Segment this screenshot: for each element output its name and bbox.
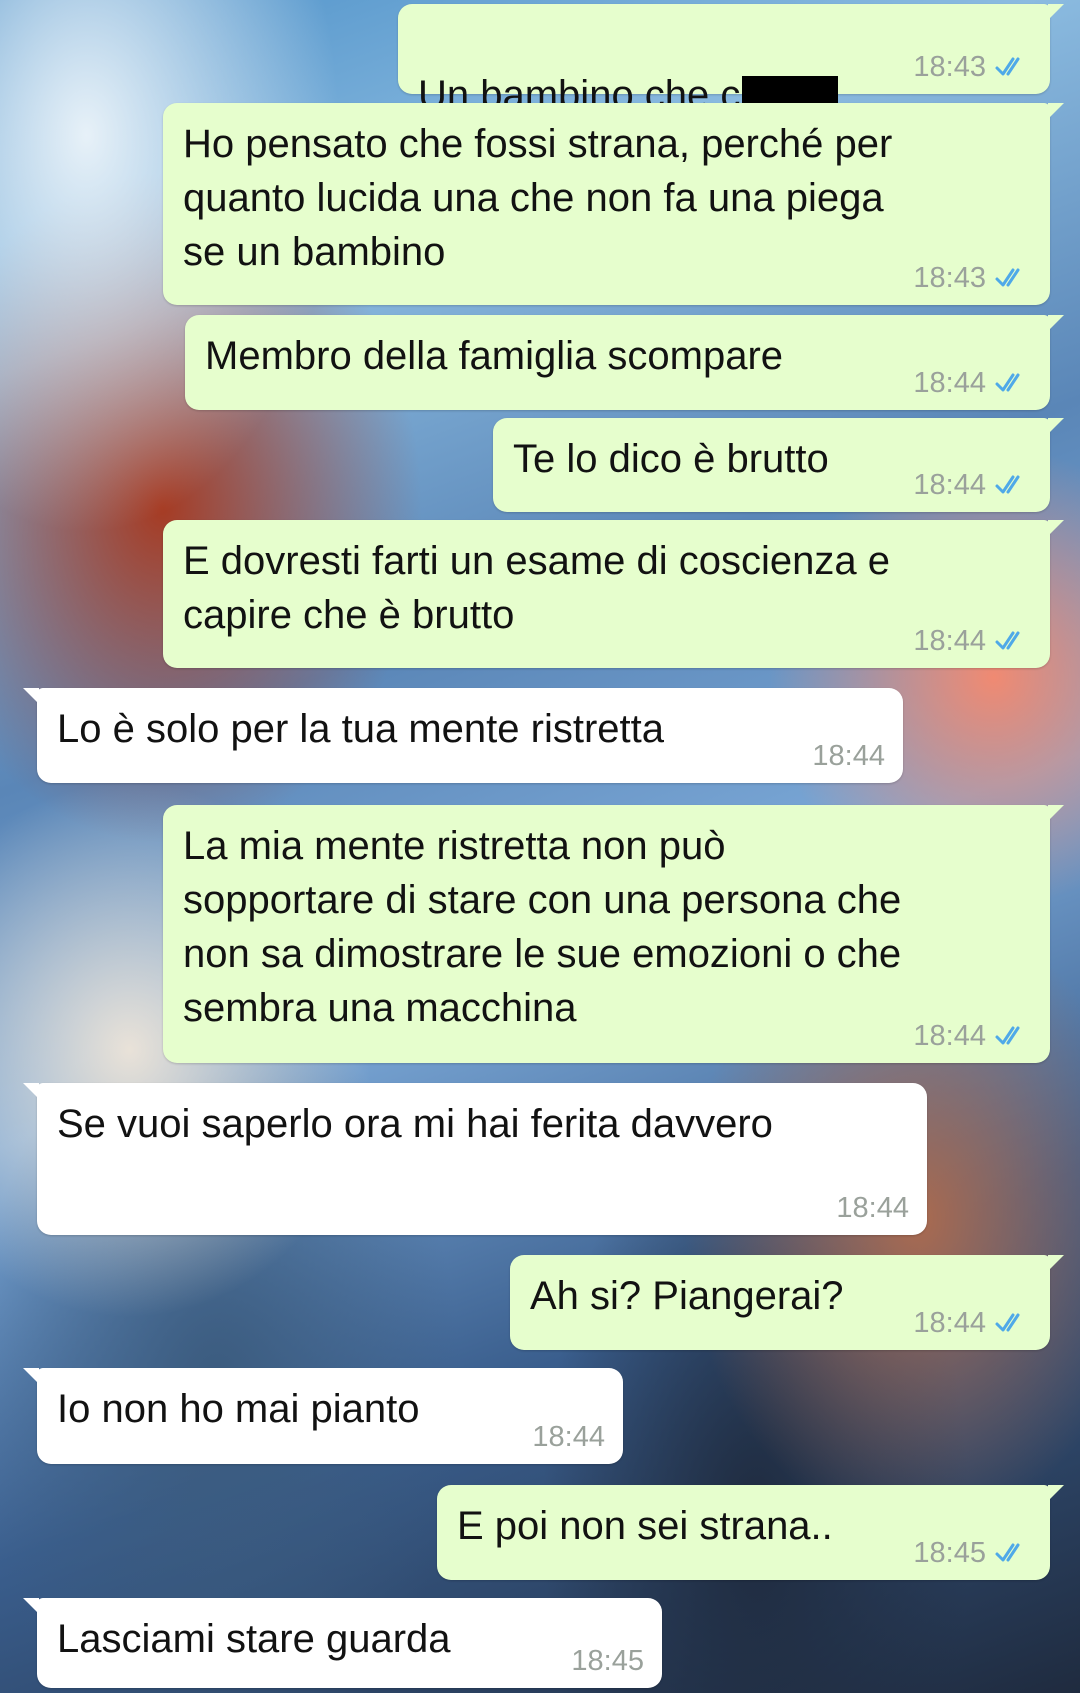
message-text: Lo è solo per la tua mente ristretta <box>57 707 664 751</box>
double-check-icon <box>995 268 1020 287</box>
message-time: 18:44 <box>913 625 986 657</box>
double-check-icon <box>995 373 1020 392</box>
message-text: Te lo dico è brutto <box>513 437 829 481</box>
message-text: Ah si? Piangerai? <box>530 1274 844 1318</box>
double-check-icon <box>995 1026 1020 1045</box>
message-time: 18:45 <box>913 1537 986 1569</box>
message-time: 18:44 <box>812 740 885 772</box>
chat-screen: { "conversation": { "messages": [ {"text… <box>0 0 1080 1693</box>
message-meta: 18:44 <box>913 626 1032 656</box>
message-meta: 18:44 <box>913 368 1032 398</box>
message-time: 18:44 <box>913 469 986 501</box>
message-meta: 18:43 <box>913 263 1032 293</box>
message-meta: 18:43 <box>913 52 1032 82</box>
message-meta: 18:44 <box>913 470 1032 500</box>
message-meta: 18:44 <box>532 1422 605 1452</box>
message-text: Io non ho mai pianto <box>57 1387 420 1431</box>
incoming-message[interactable]: Se vuoi saperlo ora mi hai ferita davver… <box>23 1083 927 1235</box>
outgoing-message[interactable]: Ho pensato che fossi strana, perché per … <box>163 103 1064 305</box>
outgoing-message[interactable]: E poi non sei strana.. 18:45 <box>437 1485 1064 1580</box>
message-time: 18:45 <box>571 1645 644 1677</box>
incoming-message[interactable]: Io non ho mai pianto 18:44 <box>23 1368 623 1464</box>
message-time: 18:43 <box>913 262 986 294</box>
message-text: Ho pensato che fossi strana, perché per … <box>183 122 893 274</box>
chat-thread: Un bambino che c 18:43 Ho pensato che fo… <box>0 0 1080 1693</box>
message-meta: 18:45 <box>913 1538 1032 1568</box>
message-text: E poi non sei strana.. <box>457 1504 833 1548</box>
message-meta: 18:44 <box>913 1021 1032 1051</box>
outgoing-message[interactable]: Ah si? Piangerai? 18:44 <box>510 1255 1064 1350</box>
message-text: Lasciami stare guarda <box>57 1617 451 1661</box>
double-check-icon <box>995 1313 1020 1332</box>
message-meta: 18:44 <box>836 1193 909 1223</box>
message-time: 18:44 <box>836 1192 909 1224</box>
double-check-icon <box>995 475 1020 494</box>
message-time: 18:44 <box>913 1307 986 1339</box>
outgoing-message[interactable]: E dovresti farti un esame di coscienza e… <box>163 520 1064 668</box>
double-check-icon <box>995 631 1020 650</box>
message-text: Se vuoi saperlo ora mi hai ferita davver… <box>57 1102 773 1146</box>
incoming-message[interactable]: Lo è solo per la tua mente ristretta 18:… <box>23 688 903 783</box>
outgoing-message[interactable]: Membro della famiglia scompare 18:44 <box>185 315 1064 410</box>
double-check-icon <box>995 57 1020 76</box>
message-meta: 18:45 <box>571 1646 644 1676</box>
message-time: 18:44 <box>913 1020 986 1052</box>
message-time: 18:43 <box>913 51 986 83</box>
message-text: E dovresti farti un esame di coscienza e… <box>183 539 891 637</box>
message-meta: 18:44 <box>812 741 885 771</box>
double-check-icon <box>995 1543 1020 1562</box>
message-text: La mia mente ristretta non può sopportar… <box>183 824 902 1030</box>
message-time: 18:44 <box>532 1421 605 1453</box>
message-time: 18:44 <box>913 367 986 399</box>
outgoing-message[interactable]: Te lo dico è brutto 18:44 <box>493 418 1064 512</box>
outgoing-message[interactable]: La mia mente ristretta non può sopportar… <box>163 805 1064 1063</box>
message-text: Membro della famiglia scompare <box>205 334 784 378</box>
incoming-message[interactable]: Lasciami stare guarda 18:45 <box>23 1598 662 1688</box>
message-meta: 18:44 <box>913 1308 1032 1338</box>
outgoing-message[interactable]: Un bambino che c 18:43 <box>398 4 1064 117</box>
